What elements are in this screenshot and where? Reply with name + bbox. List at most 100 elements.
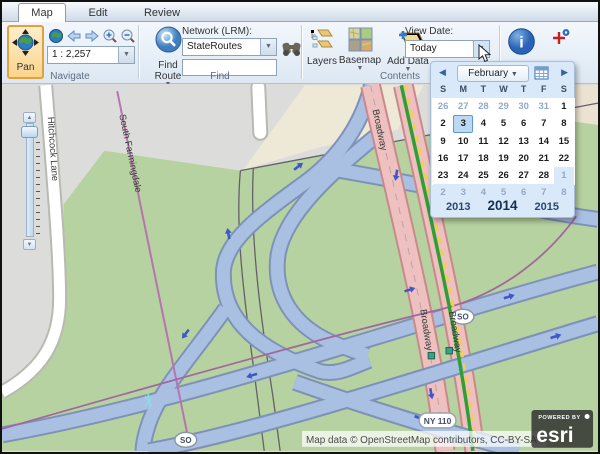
calendar-day[interactable]: 4 [473,115,493,132]
forward-arrow-icon[interactable] [84,28,100,44]
slider-handle[interactable] [21,126,38,138]
slider-track[interactable] [26,123,34,237]
calendar-day[interactable]: 19 [493,150,513,167]
calendar-next-month-arrow[interactable]: ▶ [561,67,568,78]
view-date-value: Today [410,43,437,54]
navigate-group-label: Navigate [2,71,138,82]
calendar-popup: ◀ February ▼ ▶ SMTWTFS 26272829303112345… [430,61,575,218]
esri-wordmark: esri [536,424,573,447]
calendar-day[interactable]: 23 [433,167,453,184]
calendar-grid-icon[interactable] [534,66,549,80]
calendar-day[interactable]: 11 [473,133,493,150]
layers-icon [309,27,335,53]
find-route-magnifier-icon [155,26,182,53]
calendar-day-grid: 2627282930311234567891011121314151617181… [433,98,574,202]
back-arrow-icon[interactable] [66,28,82,44]
identify-route-tool-icon[interactable] [551,28,571,48]
calendar-year-current[interactable]: 2014 [487,198,517,213]
calendar-month-label: February [468,68,508,79]
calendar-day[interactable]: 17 [453,150,473,167]
calendar-day-header: T [473,84,493,94]
basemap-icon [348,27,373,52]
calendar-day[interactable]: 8 [554,115,574,132]
calendar-day[interactable]: 27 [453,98,473,115]
calendar-day[interactable]: 26 [433,98,453,115]
shield-so: SO [180,436,191,445]
scale-value: 1 : 2,257 [52,49,91,60]
calendar-day[interactable]: 25 [473,167,493,184]
app-window: Map Edit Review Pan [0,0,600,454]
calendar-day[interactable]: 21 [534,150,554,167]
basemap-button[interactable]: Basemap ▼ [338,27,382,71]
zoom-in-icon[interactable] [102,28,118,44]
network-value: StateRoutes [187,41,242,52]
network-lrm-label: Network (LRM): [182,26,252,37]
binoculars-icon[interactable] [282,40,301,57]
layers-label: Layers [305,56,339,67]
network-combobox[interactable]: StateRoutes ▼ [182,38,277,56]
calendar-day-selected[interactable]: 3 [453,115,473,132]
esri-logo: POWERED BY esri [531,410,593,448]
calendar-prev-month-arrow[interactable]: ◀ [439,67,446,78]
svg-text:i: i [519,35,523,52]
network-dropdown-arrow[interactable]: ▼ [260,39,276,55]
pan-globe-icon [12,29,39,56]
tab-review[interactable]: Review [136,4,188,22]
calendar-day[interactable]: 26 [493,167,513,184]
calendar-day-header: S [433,84,453,94]
calendar-day[interactable]: 14 [534,133,554,150]
shield-ny110: NY 110 [424,416,452,426]
layers-button[interactable]: Layers [305,27,339,67]
slider-tick-marks [36,142,40,234]
map-attribution: Map data © OpenStreetMap contributors, C… [306,435,537,446]
calendar-day[interactable]: 13 [514,133,534,150]
full-extent-globe-icon[interactable] [48,28,64,44]
calendar-day-header: T [514,84,534,94]
calendar-day[interactable]: 20 [514,150,534,167]
slider-up-button[interactable]: ▲ [23,112,36,123]
calendar-day[interactable]: 1 [554,98,574,115]
calendar-day[interactable]: 10 [453,133,473,150]
calendar-day[interactable]: 6 [514,115,534,132]
calendar-day-header: W [493,84,513,94]
calendar-day-header: S [554,84,574,94]
mouse-cursor [478,44,492,64]
calendar-day[interactable]: 5 [493,115,513,132]
calendar-day[interactable]: 28 [534,167,554,184]
calendar-day-header: F [534,84,554,94]
calendar-month-dropdown[interactable]: February ▼ [457,65,529,82]
zoom-out-icon[interactable] [120,28,136,44]
group-separator [301,25,302,79]
calendar-day[interactable]: 1 [554,167,574,184]
scale-combobox[interactable]: 1 : 2,257 ▼ [47,46,135,64]
calendar-day-header: M [453,84,473,94]
calendar-day[interactable]: 27 [514,167,534,184]
calendar-day-headers: SMTWTFS [433,84,574,94]
info-button[interactable]: i [508,28,535,55]
calendar-header: ◀ February ▼ ▶ [431,65,574,83]
calendar-day[interactable]: 2 [433,115,453,132]
map-zoom-slider: ▲ ▼ [21,112,39,252]
calendar-day[interactable]: 15 [554,133,574,150]
slider-down-button[interactable]: ▼ [23,239,36,250]
calendar-day[interactable]: 28 [473,98,493,115]
calendar-day[interactable]: 9 [433,133,453,150]
tab-map[interactable]: Map [18,3,66,22]
find-group-label: Find [139,71,301,82]
calendar-day[interactable]: 30 [514,98,534,115]
powered-by-label: POWERED BY [538,415,580,421]
calendar-day[interactable]: 24 [453,167,473,184]
calendar-day[interactable]: 7 [534,115,554,132]
calendar-day[interactable]: 18 [473,150,493,167]
calendar-year-selector: 2013 2014 2015 [431,198,574,213]
view-date-label: View Date: [405,26,453,37]
tab-edit[interactable]: Edit [80,4,116,22]
calendar-day[interactable]: 31 [534,98,554,115]
calendar-day[interactable]: 12 [493,133,513,150]
calendar-day[interactable]: 29 [493,98,513,115]
calendar-year[interactable]: 2013 [446,201,470,213]
scale-dropdown-arrow[interactable]: ▼ [118,47,134,63]
calendar-day[interactable]: 16 [433,150,453,167]
calendar-year[interactable]: 2015 [535,201,559,213]
calendar-day[interactable]: 22 [554,150,574,167]
